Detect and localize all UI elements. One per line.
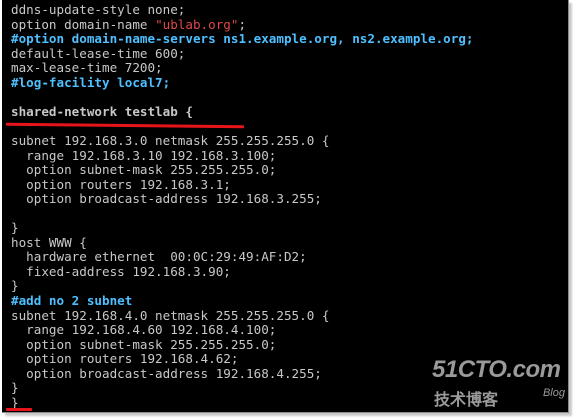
watermark-brand: 51CTO.com [432,356,561,383]
line-text: option subnet-mask 255.255.255.0; [11,336,277,352]
comment-text: #log-facility local7; [11,74,171,90]
terminal-line: range 192.168.4.60 192.168.4.100; [11,322,276,337]
terminal-line: subnet 192.168.4.0 netmask 255.255.255.0… [11,308,329,323]
line-text: hardware ethernet 00:0C:29:49:AF:D2; [11,249,307,265]
line-text: subnet 192.168.3.0 netmask 255.255.255.0… [11,132,330,148]
watermark-subtitle: 技术博客 [434,390,499,409]
line-text: subnet 192.168.4.0 netmask 255.255.255.0… [11,307,330,323]
terminal-line: fixed-address 192.168.3.90; [11,264,231,279]
terminal-line: option routers 192.168.4.62; [11,351,238,366]
line-text: } [11,278,19,294]
comment-text: #option domain-name-servers ns1.example.… [11,31,474,47]
terminal-line: option subnet-mask 255.255.255.0; [11,162,276,177]
line-text: ddns-update-style none; [11,2,186,17]
terminal-line: #option domain-name-servers ns1.example.… [11,31,474,46]
screenshot-frame: ddns-update-style none; option domain-nam… [0,0,573,418]
watermark-blog-label: Blog [542,387,565,399]
line-text: } [11,380,19,396]
line-text: max-lease-time 7200; [11,60,163,76]
terminal-line: host WWW { [11,235,87,250]
terminal-line: hardware ethernet 00:0C:29:49:AF:D2; [11,249,307,264]
comment-text: #add no 2 subnet [11,293,133,308]
terminal-line: } [11,220,19,235]
line-text: default-lease-time 600; [11,45,186,61]
terminal-line: } [11,380,19,395]
terminal-line: shared-network testlab { [11,104,193,119]
terminal-line: max-lease-time 7200; [11,60,163,75]
terminal-line: option broadcast-address 192.168.4.255; [11,366,322,381]
string-literal: "ublab.org" [155,16,239,32]
line-text: option routers 192.168.3.1; [11,176,231,192]
terminal-window[interactable]: ddns-update-style none; option domain-nam… [2,0,569,413]
terminal-line: option routers 192.168.3.1; [11,177,231,192]
terminal-line: subnet 192.168.3.0 netmask 255.255.255.0… [11,133,329,148]
highlighted-text: shared-network testlab { [11,103,193,119]
terminal-line: ddns-update-style none; [11,2,185,17]
annotation-underline-closing-brace [6,408,32,411]
terminal-line: option domain-name "ublab.org"; [11,17,246,32]
terminal-line: #log-facility local7; [11,75,170,90]
terminal-line: } [11,278,19,293]
line-text: host WWW { [11,234,87,250]
terminal-line: option subnet-mask 255.255.255.0; [11,337,276,352]
line-text: option domain-name [11,16,156,32]
line-text: } [11,220,19,236]
terminal-line: range 192.168.3.10 192.168.3.100; [11,148,276,163]
terminal-line: option broadcast-address 192.168.3.255; [11,191,322,206]
line-text: ; [238,16,247,32]
line-text: option routers 192.168.4.62; [11,351,239,367]
terminal-line: #add no 2 subnet [11,293,132,308]
terminal-line: default-lease-time 600; [11,46,185,61]
line-text: option subnet-mask 255.255.255.0; [11,162,277,178]
watermark: 51CTO.com 技术博客 Blog [432,356,567,412]
line-text: range 192.168.3.10 192.168.3.100; [11,147,277,163]
line-text: range 192.168.4.60 192.168.4.100; [11,322,277,338]
line-text: fixed-address 192.168.3.90; [11,263,231,279]
line-text: option broadcast-address 192.168.3.255; [11,191,322,207]
line-text: option broadcast-address 192.168.4.255; [11,365,322,381]
